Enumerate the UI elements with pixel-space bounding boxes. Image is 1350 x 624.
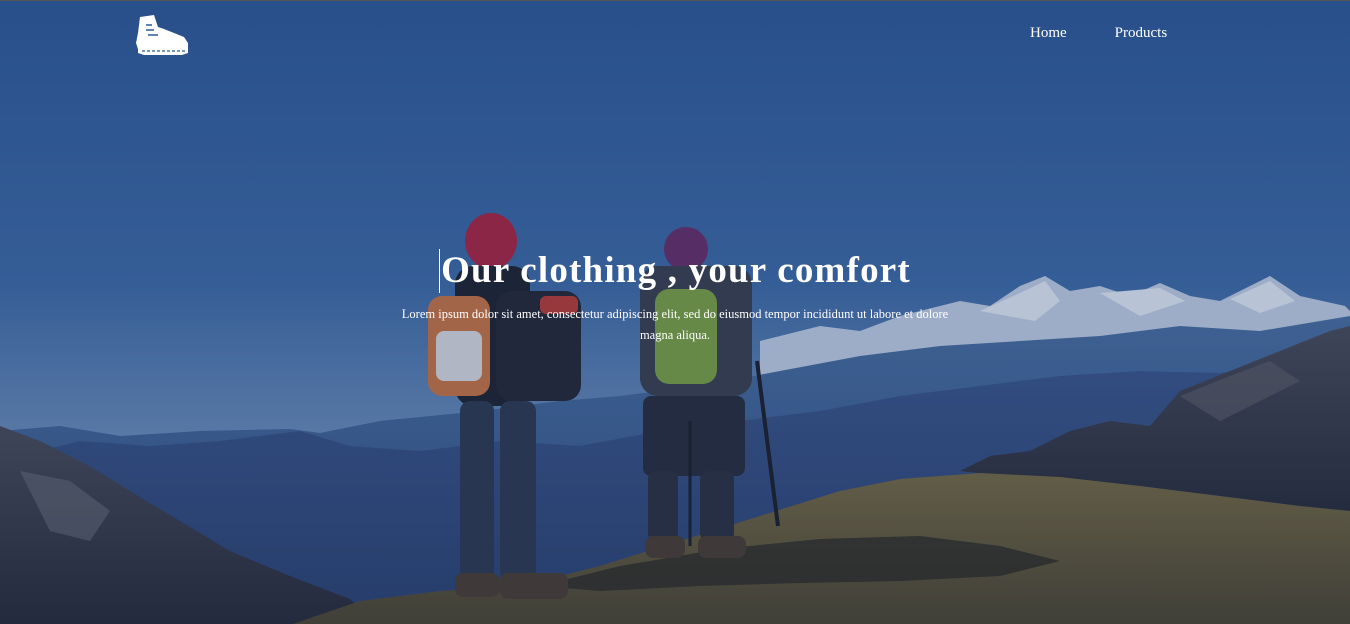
nav-link-products[interactable]: Products bbox=[1115, 23, 1168, 44]
hero-headline: Our clothing , your comfort bbox=[439, 249, 911, 293]
hero-section: Home Products Our clothing , your comfor… bbox=[0, 0, 1350, 624]
brand-logo[interactable] bbox=[134, 13, 192, 57]
nav-link-home[interactable]: Home bbox=[1030, 23, 1067, 44]
hero-headline-container: Our clothing , your comfort bbox=[0, 249, 1350, 293]
hero-subtext: Lorem ipsum dolor sit amet, consectetur … bbox=[401, 307, 949, 342]
hiking-boot-icon bbox=[136, 15, 188, 55]
main-nav: Home Products bbox=[1030, 23, 1167, 44]
